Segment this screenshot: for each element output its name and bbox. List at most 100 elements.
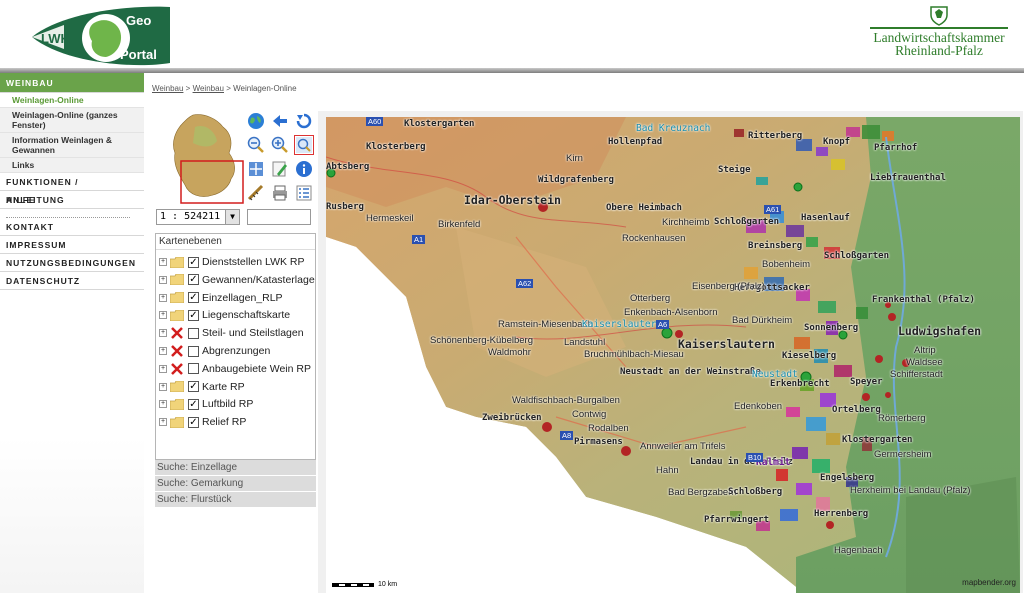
layer-row[interactable]: + ✓ Relief RP: [159, 414, 315, 430]
layer-checkbox[interactable]: ✓: [188, 309, 199, 321]
info-icon[interactable]: [294, 159, 314, 179]
place-label: Neustadt an der Weinstraße: [620, 367, 761, 377]
chamber-name-line2: Rheinland-Pfalz: [895, 43, 983, 58]
layer-checkbox[interactable]: [188, 327, 199, 339]
search-flurstueck[interactable]: Suche: Flurstück: [155, 492, 316, 508]
expand-icon[interactable]: +: [159, 311, 167, 320]
svg-text:Portal: Portal: [120, 47, 157, 62]
svg-text:Geo: Geo: [126, 13, 151, 28]
place-label: Breinsberg: [748, 241, 803, 251]
layer-row[interactable]: + ✓ Gewannen/Katasterlage: [159, 272, 315, 288]
expand-icon[interactable]: +: [159, 258, 167, 266]
layer-checkbox[interactable]: ✓: [188, 292, 199, 304]
expand-icon[interactable]: +: [159, 293, 167, 302]
search-einzellage[interactable]: Suche: Einzellage: [155, 460, 316, 476]
layer-row[interactable]: + ✓ Luftbild RP: [159, 396, 315, 412]
nav-sub-weinlagen-online[interactable]: Weinlagen-Online: [0, 93, 144, 108]
nav-kontakt[interactable]: KONTAKT: [0, 218, 144, 236]
folder-icon: [170, 256, 184, 268]
place-label: Ludwigshafen: [898, 324, 982, 338]
expand-icon[interactable]: +: [159, 275, 167, 284]
nav-nutzungsbedingungen[interactable]: NUTZUNGSBEDINGUNGEN: [0, 254, 144, 272]
layer-row[interactable]: + ✓ Dienststellen LWK RP: [159, 254, 315, 270]
zoom-in-icon[interactable]: [270, 135, 290, 155]
place-label: Sonnenberg: [804, 323, 859, 333]
layer-checkbox[interactable]: [188, 363, 199, 375]
expand-icon[interactable]: +: [159, 382, 167, 391]
road-shield: A62: [516, 279, 534, 288]
map-scale-bar: 10 km: [332, 581, 397, 588]
expand-icon[interactable]: +: [159, 347, 167, 355]
place-label: Birkenfeld: [438, 219, 481, 230]
nav-hilfe[interactable]: HILFE: [0, 191, 144, 209]
nav-datenschutz[interactable]: DATENSCHUTZ: [0, 272, 144, 290]
place-label: Engelsberg: [820, 473, 875, 483]
map-credit[interactable]: mapbender.org: [962, 578, 1016, 587]
place-label: Steige: [718, 165, 751, 175]
globe-icon[interactable]: [246, 111, 266, 131]
place-label: Klostergarten: [842, 435, 913, 445]
chevron-down-icon[interactable]: ▼: [225, 210, 239, 224]
layer-row[interactable]: + ✓ Karte RP: [159, 379, 315, 395]
layer-row[interactable]: + ✓ Liegenschaftskarte: [159, 307, 315, 323]
nav-funktionen[interactable]: FUNKTIONEN / ANLEITUNG: [0, 173, 144, 205]
pan-icon[interactable]: [246, 159, 266, 179]
place-label: Kaiserslautern: [678, 337, 775, 351]
geo-portal-logo[interactable]: LWK Geo Portal: [24, 3, 172, 69]
expand-icon[interactable]: +: [159, 400, 167, 409]
place-label: Rodalben: [588, 423, 629, 434]
overview-map[interactable]: [165, 113, 245, 205]
place-label: Landstuhl: [564, 337, 606, 348]
nav-impressum[interactable]: IMPRESSUM: [0, 236, 144, 254]
folder-icon: [170, 292, 184, 304]
zoom-box-icon[interactable]: [294, 135, 314, 155]
map-toolbar: [244, 111, 316, 207]
place-label: Hagenbach: [834, 545, 883, 556]
layer-row[interactable]: + Steil- und Steilstlagen: [159, 325, 315, 341]
expand-icon[interactable]: +: [159, 329, 167, 338]
road-shield: A60: [366, 117, 384, 126]
refresh-icon[interactable]: [294, 111, 314, 131]
print-icon[interactable]: [270, 183, 290, 203]
layer-row[interactable]: + ✓ Einzellagen_RLP: [159, 290, 315, 306]
nav-sub-links[interactable]: Links: [0, 158, 144, 173]
place-label: Schloßgarten: [824, 251, 890, 261]
back-arrow-icon[interactable]: [270, 111, 290, 131]
expand-icon[interactable]: +: [159, 418, 167, 427]
expand-icon[interactable]: +: [159, 364, 167, 373]
layer-checkbox[interactable]: ✓: [188, 274, 199, 286]
place-label: Pfarrwingert: [704, 515, 770, 525]
road-shield: B10: [746, 453, 764, 462]
folder-icon: [170, 416, 184, 428]
layer-checkbox[interactable]: ✓: [188, 256, 199, 268]
scale-select[interactable]: 1 : 524211 ▼: [156, 209, 240, 225]
place-label: Hollenpfad: [608, 137, 663, 147]
scale-input[interactable]: [247, 209, 311, 225]
map-viewport[interactable]: Klostergarten Klosterberg Bad Kreuznach …: [326, 117, 1020, 593]
layer-row[interactable]: + Abgrenzungen: [159, 343, 315, 359]
layer-checkbox[interactable]: ✓: [188, 416, 199, 428]
place-label: Klosterberg: [366, 142, 426, 152]
layer-checkbox[interactable]: [188, 345, 199, 357]
place-label: Obere Heimbach: [606, 203, 682, 213]
landwirtschaftskammer-logo[interactable]: Landwirtschaftskammer Rheinland-Pfalz: [866, 4, 1012, 62]
layer-checkbox[interactable]: ✓: [188, 381, 199, 393]
place-label: Herrenberg: [814, 509, 869, 519]
search-gemarkung[interactable]: Suche: Gemarkung: [155, 476, 316, 492]
layer-checkbox[interactable]: ✓: [188, 398, 199, 410]
nav-sub-information[interactable]: Information Weinlagen & Gewannen: [0, 133, 144, 158]
breadcrumb-link-weinbau[interactable]: Weinbau: [152, 84, 183, 93]
nav-sub-weinlagen-online-full[interactable]: Weinlagen-Online (ganzes Fenster): [0, 108, 144, 133]
svg-text:LWK: LWK: [41, 31, 70, 46]
unavailable-icon: [170, 327, 184, 340]
zoom-out-icon[interactable]: [246, 135, 266, 155]
legend-icon[interactable]: [294, 183, 314, 203]
place-label: Pirmasens: [574, 437, 623, 447]
layer-row[interactable]: + Anbaugebiete Wein RP: [159, 361, 315, 377]
place-label: Ritterberg: [748, 131, 803, 141]
place-label: Contwig: [572, 409, 607, 420]
nav-weinbau[interactable]: WEINBAU: [0, 73, 144, 93]
measure-icon[interactable]: [246, 183, 266, 203]
edit-icon[interactable]: [270, 159, 290, 179]
breadcrumb-link-weinbau-2[interactable]: Weinbau: [193, 84, 224, 93]
